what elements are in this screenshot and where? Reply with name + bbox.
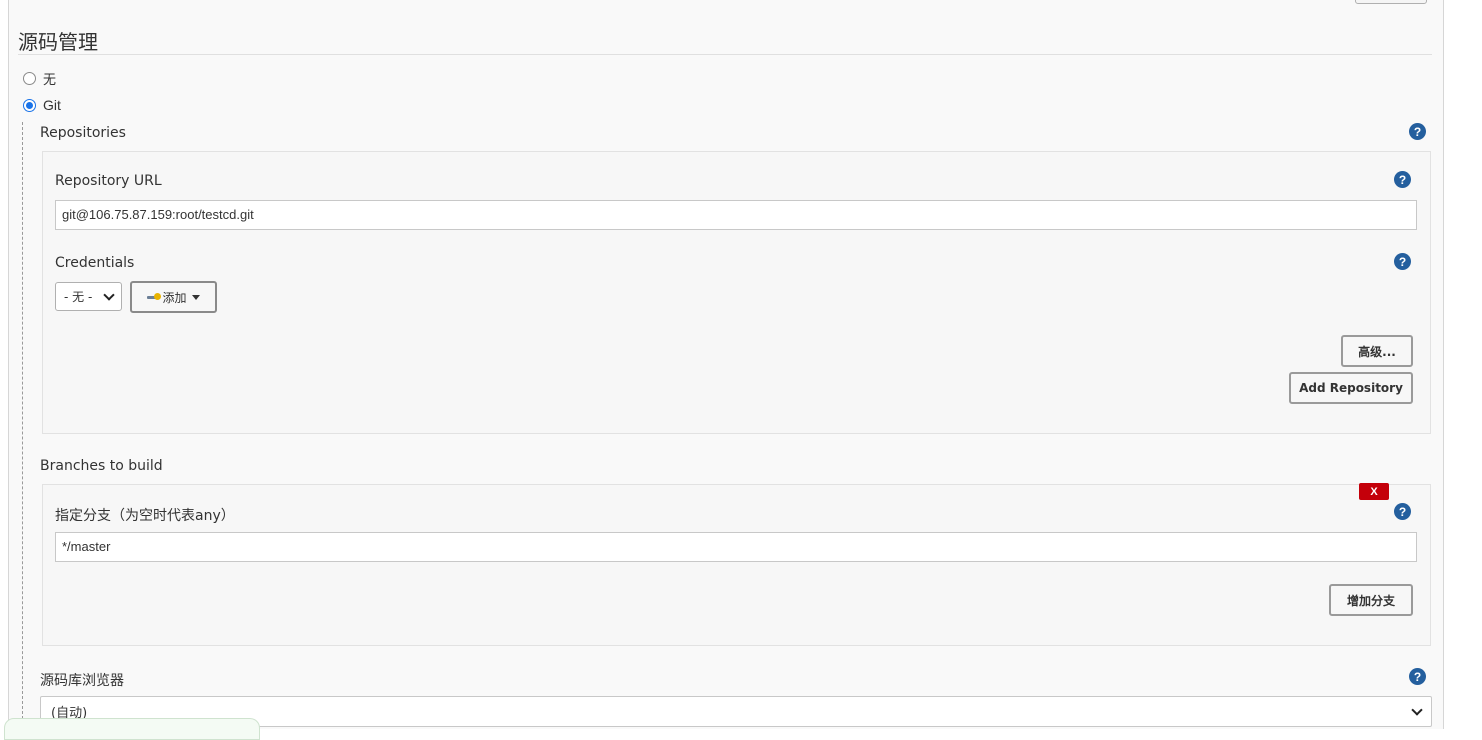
repositories-help-icon[interactable]: ?: [1409, 123, 1426, 140]
branch-specifier-label: 指定分支（为空时代表any）: [55, 508, 235, 524]
caret-down-icon: [191, 294, 200, 300]
bottom-bar-tab: [4, 718, 260, 740]
branch-specifier-help-icon[interactable]: ?: [1394, 503, 1411, 520]
repositories-label: Repositories: [40, 125, 126, 141]
radio-git[interactable]: [23, 98, 36, 112]
credentials-select[interactable]: - 无 -: [55, 282, 122, 311]
credentials-help-icon[interactable]: ?: [1394, 253, 1411, 270]
repository-browser-help-icon[interactable]: ?: [1409, 668, 1426, 685]
add-credentials-label: 添加: [162, 290, 187, 305]
scm-option-none-label: 无: [43, 73, 57, 88]
section-divider: [18, 54, 1432, 55]
branches-label: Branches to build: [40, 458, 163, 474]
previous-section-button[interactable]: [1355, 0, 1427, 4]
add-branch-button[interactable]: 增加分支: [1329, 584, 1413, 616]
chevron-down-icon: [103, 289, 115, 301]
repository-url-help-icon[interactable]: ?: [1394, 171, 1411, 188]
repository-box: [42, 151, 1431, 434]
key-icon: [147, 293, 162, 301]
scm-option-git[interactable]: Git: [23, 97, 61, 113]
branch-box: [42, 484, 1431, 646]
branch-specifier-input[interactable]: */master: [55, 532, 1417, 562]
add-credentials-button[interactable]: 添加: [130, 281, 217, 313]
git-section-indent-line: [22, 122, 23, 729]
section-title: 源码管理: [18, 30, 98, 54]
scm-option-none[interactable]: 无: [23, 69, 56, 88]
chevron-down-icon: [1411, 704, 1423, 716]
credentials-selected-value: - 无 -: [64, 290, 93, 304]
delete-branch-button[interactable]: X: [1359, 483, 1389, 500]
repository-url-input[interactable]: git@106.75.87.159:root/testcd.git: [55, 200, 1417, 230]
scm-option-git-label: Git: [43, 97, 61, 113]
advanced-button[interactable]: 高级...: [1341, 335, 1413, 367]
repository-browser-label: 源码库浏览器: [40, 673, 124, 689]
radio-none[interactable]: [23, 72, 36, 85]
repository-url-label: Repository URL: [55, 173, 162, 189]
credentials-label: Credentials: [55, 255, 135, 271]
add-repository-button[interactable]: Add Repository: [1289, 372, 1413, 404]
